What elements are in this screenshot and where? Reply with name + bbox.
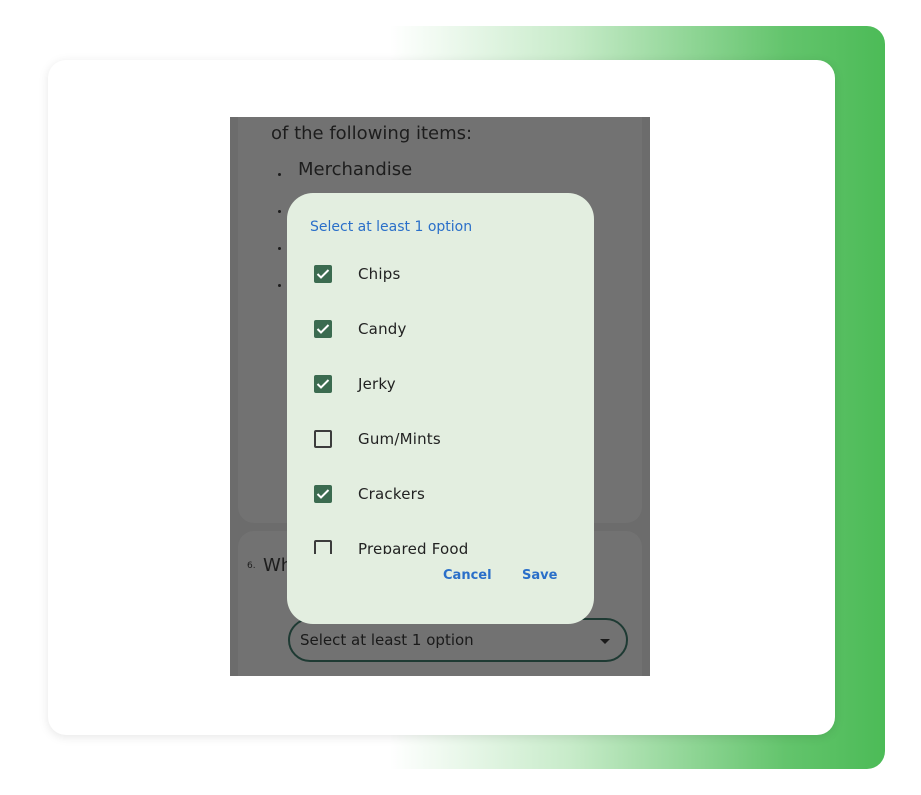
bullet-text: Merchandise bbox=[298, 159, 413, 180]
multi-select-dropdown[interactable]: Select at least 1 option bbox=[288, 618, 628, 662]
option-jerky[interactable]: Jerky bbox=[287, 358, 594, 413]
cancel-button[interactable]: Cancel bbox=[443, 568, 492, 583]
checkbox-checked-icon[interactable] bbox=[314, 265, 332, 283]
question-number: 6. bbox=[247, 561, 256, 571]
checkbox-checked-icon[interactable] bbox=[314, 485, 332, 503]
save-button[interactable]: Save bbox=[522, 568, 557, 583]
checkbox-checked-icon[interactable] bbox=[314, 320, 332, 338]
question-intro-text: of the following items: bbox=[271, 123, 473, 144]
option-label: Crackers bbox=[358, 485, 426, 503]
option-label: Candy bbox=[358, 320, 407, 338]
option-prepared-food[interactable]: Prepared Food bbox=[287, 523, 594, 554]
options-list[interactable]: Chips Candy Jerky Gum/Mints Crackers Pre… bbox=[287, 248, 594, 554]
checkbox-checked-icon[interactable] bbox=[314, 375, 332, 393]
dropdown-arrow-icon bbox=[600, 639, 610, 644]
option-label: Jerky bbox=[358, 375, 396, 393]
option-crackers[interactable]: Crackers bbox=[287, 468, 594, 523]
option-candy[interactable]: Candy bbox=[287, 303, 594, 358]
bullet-dot bbox=[278, 210, 281, 213]
dialog-actions: Cancel Save bbox=[287, 568, 594, 598]
select-placeholder: Select at least 1 option bbox=[300, 631, 474, 649]
dialog-title: Select at least 1 option bbox=[310, 219, 473, 235]
option-gum-mints[interactable]: Gum/Mints bbox=[287, 413, 594, 468]
bullet-dot bbox=[278, 247, 281, 250]
multi-select-dialog: Select at least 1 option Chips Candy Jer… bbox=[287, 193, 594, 624]
option-label: Prepared Food bbox=[358, 540, 469, 554]
bullet-dot bbox=[278, 173, 281, 176]
checkbox-unchecked-icon[interactable] bbox=[314, 430, 332, 448]
bullet-dot bbox=[278, 284, 281, 287]
checkbox-unchecked-icon[interactable] bbox=[314, 540, 332, 554]
option-chips[interactable]: Chips bbox=[287, 248, 594, 303]
option-label: Gum/Mints bbox=[358, 430, 441, 448]
option-label: Chips bbox=[358, 265, 401, 283]
